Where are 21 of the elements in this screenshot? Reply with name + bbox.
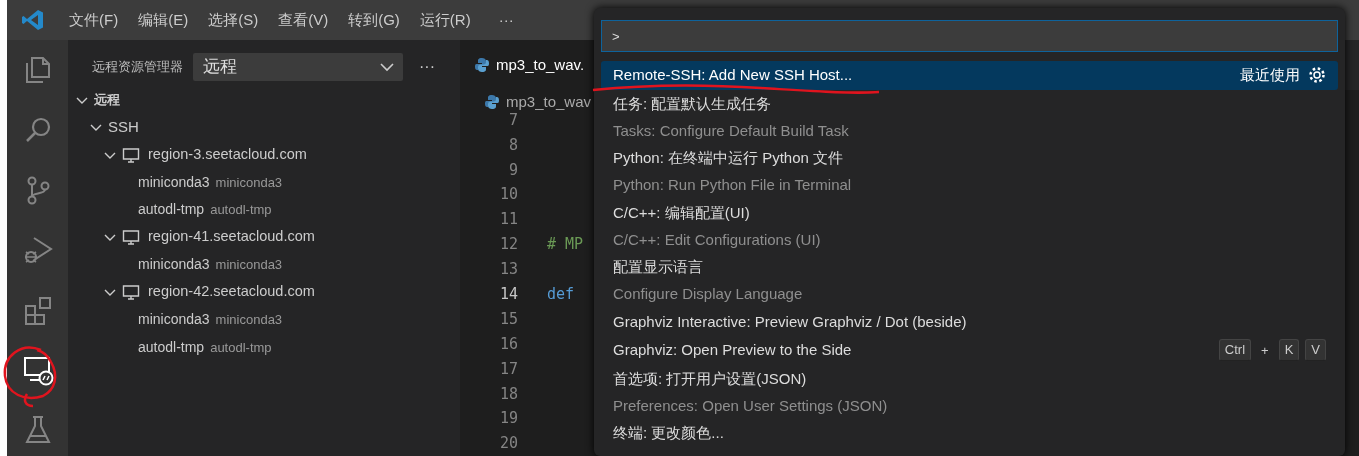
line-number: 14 bbox=[498, 283, 519, 305]
line-number: 9 bbox=[507, 159, 519, 181]
code-text: # MP bbox=[546, 234, 584, 256]
code-text: def bbox=[546, 283, 575, 305]
key-cap: Ctrl bbox=[1218, 339, 1252, 362]
sidebar-title: 远程资源管理器 bbox=[92, 58, 183, 76]
line-number: 13 bbox=[498, 259, 519, 281]
key-cap: V bbox=[1305, 339, 1326, 362]
line-number: 17 bbox=[498, 358, 519, 380]
plus-sign: + bbox=[1261, 341, 1269, 360]
line-number: 16 bbox=[498, 333, 519, 355]
line-number: 19 bbox=[498, 408, 519, 430]
key-cap: K bbox=[1278, 339, 1300, 362]
line-number: 12 bbox=[498, 234, 519, 256]
line-number: 8 bbox=[507, 134, 519, 156]
line-number: 20 bbox=[498, 433, 519, 455]
line-number: 18 bbox=[498, 383, 519, 405]
line-number: 7 bbox=[507, 110, 519, 131]
line-number: 11 bbox=[498, 209, 519, 231]
line-number: 10 bbox=[498, 184, 519, 206]
line-number: 15 bbox=[498, 308, 519, 330]
